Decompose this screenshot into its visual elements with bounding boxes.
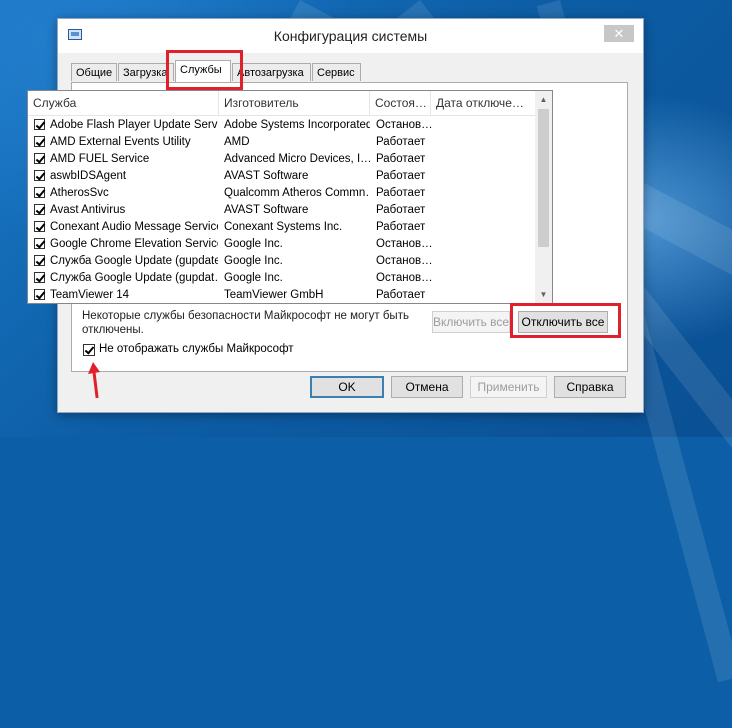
date-disabled-cell (437, 253, 535, 270)
scroll-up-icon[interactable]: ▲ (535, 91, 552, 108)
status-cell: Работает (376, 221, 426, 233)
table-row[interactable]: Google Chrome Elevation Service Google In… (28, 236, 536, 253)
tab-general[interactable]: Общие (71, 63, 117, 81)
service-name-cell: Служба Google Update (gupdate) (50, 255, 218, 267)
scroll-down-icon[interactable]: ▼ (535, 286, 552, 303)
service-checkbox[interactable] (34, 255, 45, 266)
manufacturer-cell: Qualcomm Atheros Commn… (224, 187, 370, 199)
date-disabled-cell (437, 287, 535, 303)
status-cell: Останов… (376, 272, 432, 284)
status-cell: Работает (376, 204, 426, 216)
service-checkbox[interactable] (34, 170, 45, 181)
services-list[interactable]: Служба Изготовитель Состоя… Дата отключе… (27, 90, 553, 304)
security-services-note: Некоторые службы безопасности Майкрософт… (82, 310, 409, 336)
table-row[interactable]: AMD FUEL Service Advanced Micro Devices, … (28, 151, 536, 168)
disable-all-button[interactable]: Отключить все (518, 311, 608, 333)
status-cell: Работает (376, 170, 426, 182)
service-name-cell: Служба Google Update (gupdat… (50, 272, 218, 284)
manufacturer-cell: AMD (224, 136, 250, 148)
service-checkbox[interactable] (34, 187, 45, 198)
service-name-cell: AMD External Events Utility (50, 136, 191, 148)
service-checkbox[interactable] (34, 221, 45, 232)
manufacturer-cell: Adobe Systems Incorporated (224, 119, 370, 131)
column-manufacturer[interactable]: Изготовитель (219, 91, 370, 115)
manufacturer-cell: Google Inc. (224, 255, 283, 267)
service-checkbox[interactable] (34, 289, 45, 300)
service-name-cell: Avast Antivirus (50, 204, 126, 216)
date-disabled-cell (437, 185, 535, 202)
table-row[interactable]: Avast Antivirus AVAST Software Работает (28, 202, 536, 219)
manufacturer-cell: TeamViewer GmbH (224, 289, 324, 301)
service-name-cell: AtherosSvc (50, 187, 109, 199)
date-disabled-cell (437, 236, 535, 253)
status-cell: Останов… (376, 238, 432, 250)
service-checkbox[interactable] (34, 119, 45, 130)
cancel-button[interactable]: Отмена (391, 376, 463, 398)
date-disabled-cell (437, 117, 535, 134)
service-checkbox[interactable] (34, 272, 45, 283)
help-button[interactable]: Справка (554, 376, 626, 398)
manufacturer-cell: AVAST Software (224, 170, 309, 182)
service-checkbox[interactable] (34, 204, 45, 215)
title-bar: Конфигурация системы ✕ (58, 19, 643, 53)
service-name-cell: Google Chrome Elevation Service (50, 238, 218, 250)
date-disabled-cell (437, 270, 535, 287)
red-arrow-icon (88, 362, 100, 398)
service-name-cell: Adobe Flash Player Update Service (50, 119, 218, 131)
apply-button[interactable]: Применить (470, 376, 547, 398)
date-disabled-cell (437, 219, 535, 236)
enable-all-button[interactable]: Включить все (432, 311, 510, 333)
service-checkbox[interactable] (34, 136, 45, 147)
window-title: Конфигурация системы (273, 28, 428, 44)
service-name-cell: aswbIDSAgent (50, 170, 127, 182)
services-list-header: Служба Изготовитель Состоя… Дата отключе… (28, 91, 536, 116)
status-cell: Работает (376, 136, 426, 148)
hide-microsoft-services-label[interactable]: Не отображать службы Майкрософт (99, 343, 294, 355)
table-row[interactable]: AMD External Events Utility AMD Работает (28, 134, 536, 151)
date-disabled-cell (437, 151, 535, 168)
date-disabled-cell (437, 134, 535, 151)
manufacturer-cell: Conexant Systems Inc. (224, 221, 343, 233)
status-cell: Работает (376, 289, 426, 301)
scrollbar-thumb[interactable] (538, 109, 549, 247)
status-cell: Останов… (376, 255, 432, 267)
status-cell: Работает (376, 153, 426, 165)
status-cell: Работает (376, 187, 426, 199)
service-checkbox[interactable] (34, 153, 45, 164)
vertical-scrollbar[interactable]: ▲ ▼ (535, 91, 552, 303)
manufacturer-cell: Advanced Micro Devices, I… (224, 153, 370, 165)
table-row[interactable]: TeamViewer 14 TeamViewer GmbH Работает (28, 287, 536, 303)
table-row[interactable]: Служба Google Update (gupdate) Google Inc… (28, 253, 536, 270)
table-row[interactable]: aswbIDSAgent AVAST Software Работает (28, 168, 536, 185)
service-checkbox[interactable] (34, 238, 45, 249)
service-name-cell: TeamViewer 14 (50, 289, 130, 301)
date-disabled-cell (437, 168, 535, 185)
column-date-disabled[interactable]: Дата отключе… (431, 91, 536, 115)
column-service[interactable]: Служба (28, 91, 219, 115)
tab-startup[interactable]: Автозагрузка (232, 63, 311, 81)
table-row[interactable]: Служба Google Update (gupdat… Google Inc.… (28, 270, 536, 287)
service-name-cell: Conexant Audio Message Service (50, 221, 218, 233)
manufacturer-cell: AVAST Software (224, 204, 309, 216)
service-name-cell: AMD FUEL Service (50, 153, 150, 165)
table-row[interactable]: Conexant Audio Message Service Conexant S… (28, 219, 536, 236)
tab-services[interactable]: Службы (175, 60, 231, 82)
tab-boot[interactable]: Загрузка (118, 63, 174, 81)
ok-button[interactable]: OK (310, 376, 384, 398)
tab-tools[interactable]: Сервис (312, 63, 361, 81)
close-button[interactable]: ✕ (604, 25, 634, 42)
table-row[interactable]: AtherosSvc Qualcomm Atheros Commn… Работае… (28, 185, 536, 202)
table-row[interactable]: Adobe Flash Player Update Service Adobe S… (28, 117, 536, 134)
status-cell: Останов… (376, 119, 432, 131)
date-disabled-cell (437, 202, 535, 219)
hide-microsoft-services-checkbox[interactable] (83, 344, 95, 356)
services-rows: Adobe Flash Player Update Service Adobe S… (28, 117, 536, 303)
manufacturer-cell: Google Inc. (224, 238, 283, 250)
manufacturer-cell: Google Inc. (224, 272, 283, 284)
column-status[interactable]: Состоя… (370, 91, 431, 115)
